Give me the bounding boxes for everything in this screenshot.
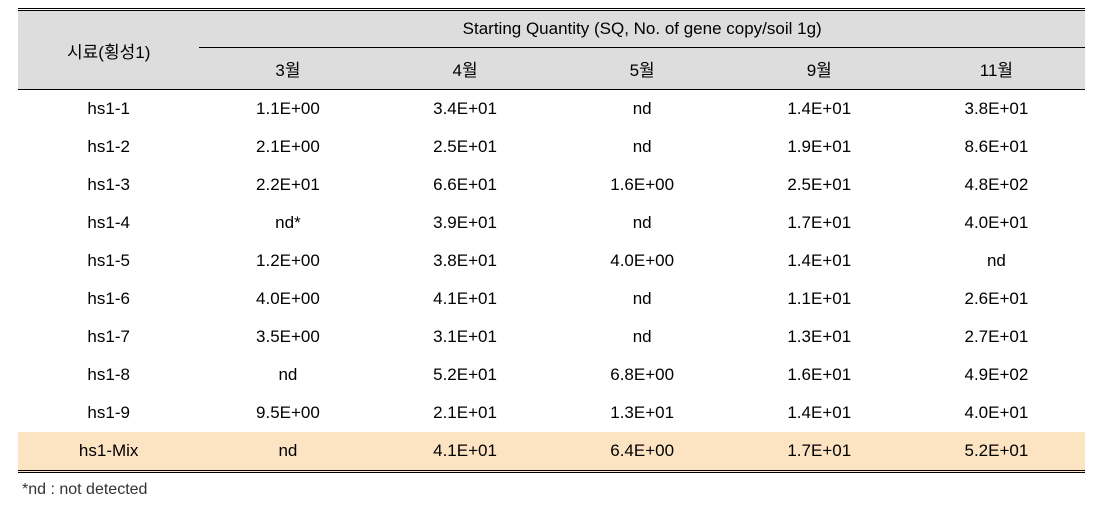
cell-value: 1.2E+00 [199, 242, 376, 280]
cell-value: 1.4E+01 [731, 394, 908, 432]
table-row: hs1-6 4.0E+00 4.1E+01 nd 1.1E+01 2.6E+01 [18, 280, 1085, 318]
cell-value: 2.1E+00 [199, 128, 376, 166]
cell-value: 9.5E+00 [199, 394, 376, 432]
cell-value: 1.4E+01 [731, 90, 908, 129]
cell-value: 1.3E+01 [554, 394, 731, 432]
col-header-month: 9월 [731, 48, 908, 90]
cell-value: 3.4E+01 [376, 90, 553, 129]
cell-value: 1.7E+01 [731, 204, 908, 242]
cell-value: 4.0E+00 [554, 242, 731, 280]
cell-value: nd [554, 204, 731, 242]
col-header-month: 5월 [554, 48, 731, 90]
cell-value: 5.2E+01 [908, 432, 1085, 472]
cell-sample: hs1-2 [18, 128, 199, 166]
cell-value: 4.1E+01 [376, 280, 553, 318]
cell-sample: hs1-Mix [18, 432, 199, 472]
cell-value: 5.2E+01 [376, 356, 553, 394]
cell-value: 4.1E+01 [376, 432, 553, 472]
cell-value: 3.1E+01 [376, 318, 553, 356]
cell-sample: hs1-4 [18, 204, 199, 242]
cell-value: 2.7E+01 [908, 318, 1085, 356]
table-body: hs1-1 1.1E+00 3.4E+01 nd 1.4E+01 3.8E+01… [18, 90, 1085, 472]
cell-value: nd [199, 432, 376, 472]
cell-sample: hs1-8 [18, 356, 199, 394]
table-row: hs1-7 3.5E+00 3.1E+01 nd 1.3E+01 2.7E+01 [18, 318, 1085, 356]
cell-sample: hs1-6 [18, 280, 199, 318]
cell-sample: hs1-9 [18, 394, 199, 432]
cell-value: nd [554, 280, 731, 318]
cell-value: 2.5E+01 [731, 166, 908, 204]
table-row: hs1-1 1.1E+00 3.4E+01 nd 1.4E+01 3.8E+01 [18, 90, 1085, 129]
col-header-month: 4월 [376, 48, 553, 90]
table-row: hs1-8 nd 5.2E+01 6.8E+00 1.6E+01 4.9E+02 [18, 356, 1085, 394]
cell-value: 4.8E+02 [908, 166, 1085, 204]
cell-value: 6.4E+00 [554, 432, 731, 472]
cell-sample: hs1-3 [18, 166, 199, 204]
table-row: hs1-3 2.2E+01 6.6E+01 1.6E+00 2.5E+01 4.… [18, 166, 1085, 204]
cell-value: nd [554, 318, 731, 356]
col-header-month: 3월 [199, 48, 376, 90]
table-row: hs1-5 1.2E+00 3.8E+01 4.0E+00 1.4E+01 nd [18, 242, 1085, 280]
cell-value: 1.1E+01 [731, 280, 908, 318]
cell-value: 4.0E+01 [908, 394, 1085, 432]
cell-value: 1.4E+01 [731, 242, 908, 280]
cell-value: 1.9E+01 [731, 128, 908, 166]
cell-value: 6.8E+00 [554, 356, 731, 394]
sq-table: 시료(횡성1) Starting Quantity (SQ, No. of ge… [18, 8, 1085, 473]
cell-value: 1.3E+01 [731, 318, 908, 356]
cell-value: nd [908, 242, 1085, 280]
footnote-nd: *nd : not detected [18, 481, 1085, 499]
cell-value: 3.9E+01 [376, 204, 553, 242]
col-header-sample: 시료(횡성1) [18, 10, 199, 90]
cell-value: 2.5E+01 [376, 128, 553, 166]
table-row: hs1-4 nd* 3.9E+01 nd 1.7E+01 4.0E+01 [18, 204, 1085, 242]
cell-value: 4.0E+00 [199, 280, 376, 318]
cell-sample: hs1-5 [18, 242, 199, 280]
table-row: hs1-2 2.1E+00 2.5E+01 nd 1.9E+01 8.6E+01 [18, 128, 1085, 166]
cell-value: nd [199, 356, 376, 394]
col-header-sq: Starting Quantity (SQ, No. of gene copy/… [199, 10, 1085, 48]
cell-value: 8.6E+01 [908, 128, 1085, 166]
cell-value: 1.6E+01 [731, 356, 908, 394]
cell-value: nd [554, 90, 731, 129]
cell-value: nd* [199, 204, 376, 242]
cell-value: 4.0E+01 [908, 204, 1085, 242]
cell-sample: hs1-1 [18, 90, 199, 129]
cell-value: 1.7E+01 [731, 432, 908, 472]
cell-value: 3.8E+01 [376, 242, 553, 280]
table-row: hs1-Mix nd 4.1E+01 6.4E+00 1.7E+01 5.2E+… [18, 432, 1085, 472]
cell-value: 1.6E+00 [554, 166, 731, 204]
cell-sample: hs1-7 [18, 318, 199, 356]
table-header: 시료(횡성1) Starting Quantity (SQ, No. of ge… [18, 10, 1085, 90]
cell-value: 3.8E+01 [908, 90, 1085, 129]
cell-value: 3.5E+00 [199, 318, 376, 356]
cell-value: 1.1E+00 [199, 90, 376, 129]
cell-value: 4.9E+02 [908, 356, 1085, 394]
col-header-month: 11월 [908, 48, 1085, 90]
cell-value: nd [554, 128, 731, 166]
cell-value: 2.2E+01 [199, 166, 376, 204]
table-row: hs1-9 9.5E+00 2.1E+01 1.3E+01 1.4E+01 4.… [18, 394, 1085, 432]
cell-value: 2.6E+01 [908, 280, 1085, 318]
cell-value: 2.1E+01 [376, 394, 553, 432]
cell-value: 6.6E+01 [376, 166, 553, 204]
